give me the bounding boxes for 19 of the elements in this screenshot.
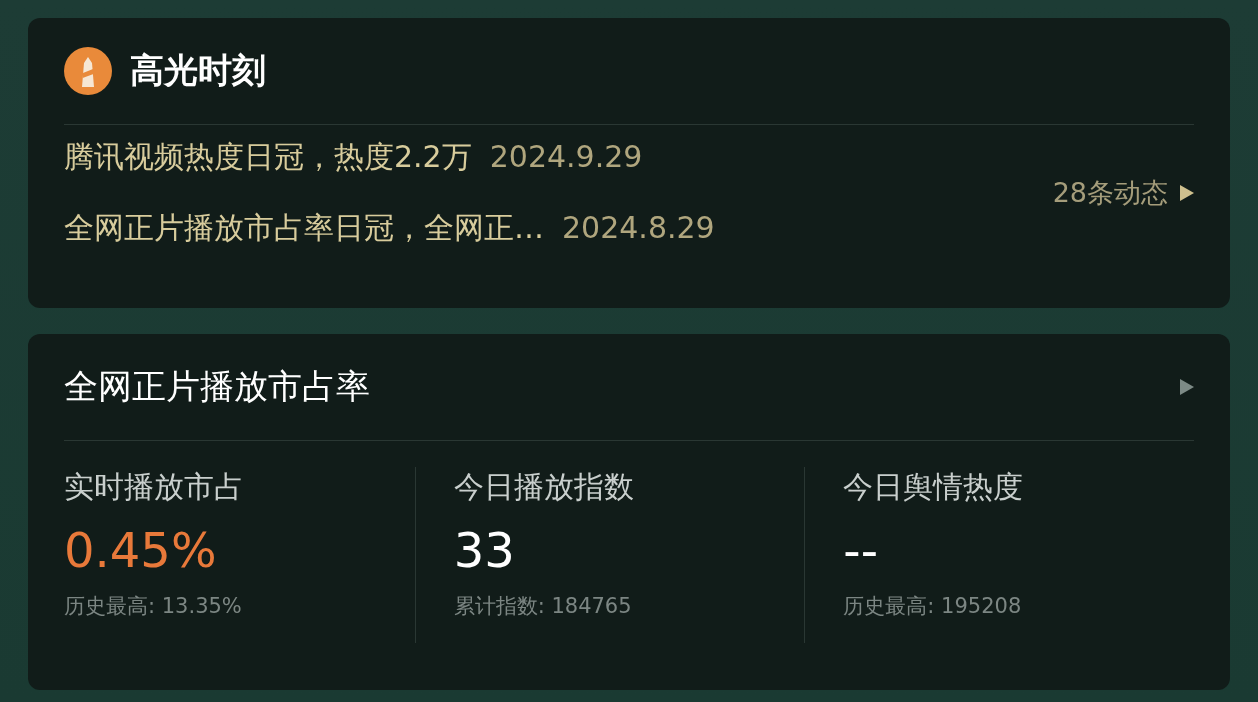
metric-note: 累计指数: 184765 (453, 593, 633, 620)
metric-note: 历史最高: 195208 (843, 593, 1023, 620)
highlight-text: 全网正片播放市占率日冠，全网正… (64, 209, 544, 247)
section-title: 全网正片播放市占率 (64, 365, 370, 408)
metric-label: 实时播放市占 (64, 468, 245, 506)
more-link[interactable]: 28条动态 (1052, 175, 1168, 211)
metric-value: -- (843, 522, 879, 578)
metric-label: 今日播放指数 (453, 468, 635, 506)
lighthouse-icon (64, 47, 112, 95)
metric-label: 今日舆情热度 (843, 468, 1025, 506)
play-arrow-icon[interactable] (1180, 185, 1194, 201)
highlight-text: 腾讯视频热度日冠，热度2.2万 (64, 138, 472, 176)
play-arrow-icon[interactable] (1180, 379, 1194, 395)
metric-note: 历史最高: 13.35% (64, 593, 243, 620)
section-title: 高光时刻 (130, 49, 266, 92)
metric-value: 0.45% (64, 522, 218, 578)
highlight-date: 2024.8.29 (562, 210, 715, 245)
highlight-date: 2024.9.29 (489, 139, 643, 174)
metric-value: 33 (453, 522, 516, 578)
